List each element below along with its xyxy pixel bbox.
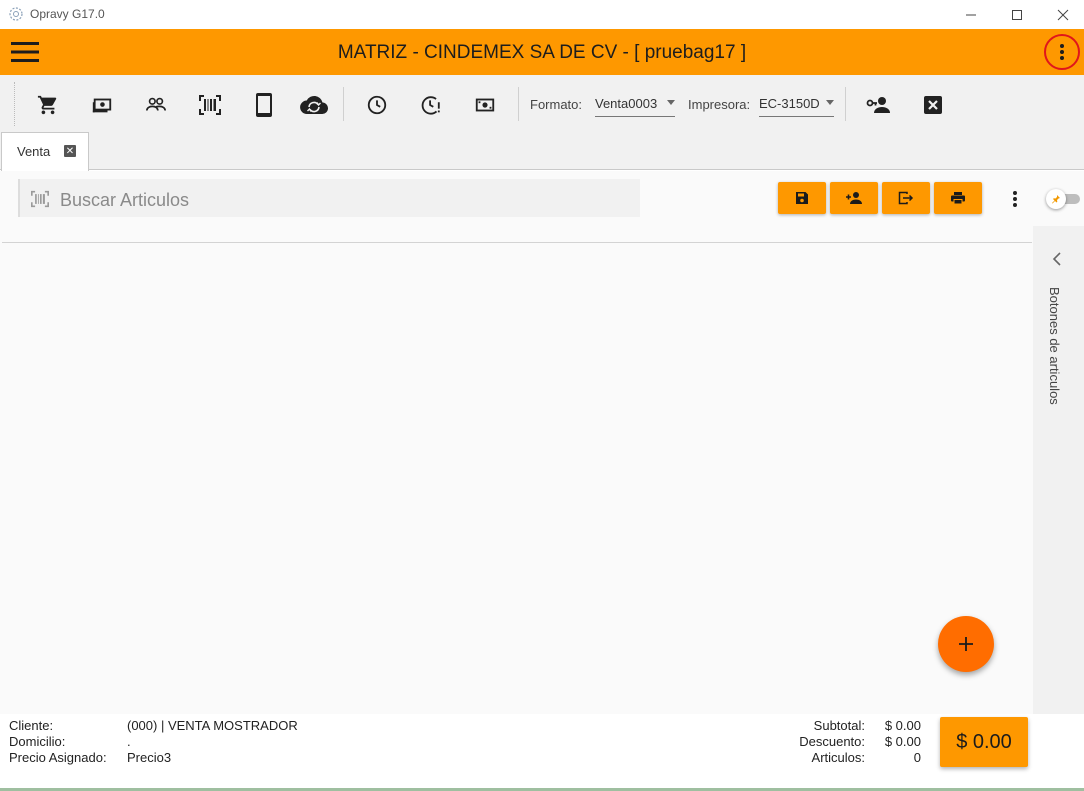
- plus-icon: [959, 637, 973, 651]
- cart-icon[interactable]: [34, 91, 62, 119]
- precio-value: Precio3: [127, 750, 172, 765]
- cloud-sync-icon[interactable]: [300, 91, 328, 119]
- toolbar-separator: [518, 87, 519, 121]
- descuento-label: Descuento:: [799, 734, 865, 749]
- maximize-button[interactable]: [994, 0, 1040, 29]
- print-button[interactable]: [934, 182, 982, 214]
- pin-icon: [1052, 195, 1060, 204]
- main-content: [0, 171, 1084, 791]
- header-more-button[interactable]: [1044, 34, 1080, 70]
- formato-select[interactable]: Venta0003: [595, 96, 675, 117]
- articulos-value: 0: [913, 750, 921, 765]
- articulos-label: Articulos:: [811, 750, 865, 765]
- list-divider: [2, 242, 1032, 243]
- tab-close-icon[interactable]: ✕: [64, 145, 76, 157]
- impresora-value: EC-3150D: [759, 96, 820, 111]
- toolbar-separator: [343, 87, 344, 121]
- more-vertical-icon: [1060, 44, 1064, 60]
- more-vertical-icon: [1013, 191, 1017, 207]
- window-titlebar: [0, 0, 1084, 29]
- descuento-value: $ 0.00: [884, 734, 921, 749]
- money-icon[interactable]: [471, 91, 499, 119]
- search-input[interactable]: [60, 189, 620, 211]
- cliente-label: Cliente:: [9, 718, 54, 733]
- exit-button[interactable]: [882, 182, 930, 214]
- cash-icon[interactable]: [88, 91, 116, 119]
- app-logo-icon: [8, 6, 24, 22]
- save-button[interactable]: [778, 182, 826, 214]
- barcode-scan-icon: [30, 190, 50, 213]
- domicilio-label: Domicilio:: [9, 734, 66, 749]
- tab-venta-label: Venta: [17, 144, 51, 159]
- add-fab-button[interactable]: [938, 616, 994, 672]
- barcode-icon[interactable]: [196, 91, 224, 119]
- formato-value: Venta0003: [595, 96, 658, 111]
- header-title: MATRIZ - CINDEMEX SA DE CV - [ pruebag17…: [337, 42, 747, 63]
- exit-icon: [898, 191, 914, 205]
- minimize-button[interactable]: [948, 0, 994, 29]
- chevron-down-icon: [826, 100, 834, 105]
- content-more-button[interactable]: [1005, 187, 1025, 211]
- add-client-button[interactable]: [830, 182, 878, 214]
- pin-toggle-knob[interactable]: [1046, 189, 1066, 209]
- domicilio-value: .: [127, 734, 131, 749]
- save-icon: [796, 192, 808, 204]
- user-key-icon[interactable]: [865, 91, 893, 119]
- clock-icon[interactable]: [363, 91, 391, 119]
- impresora-select[interactable]: EC-3150D: [759, 96, 834, 117]
- chevron-down-icon: [667, 100, 675, 105]
- close-window-button[interactable]: [1040, 0, 1084, 29]
- print-icon: [951, 192, 965, 205]
- precio-label: Precio Asignado:: [9, 750, 107, 765]
- window-title: Opravy G17.0: [30, 7, 105, 21]
- impresora-label: Impresora:: [688, 97, 751, 112]
- subtotal-value: $ 0.00: [884, 718, 921, 733]
- side-panel-label[interactable]: Botones de articulos: [1047, 287, 1062, 405]
- total-pay-button[interactable]: $ 0.00: [940, 717, 1028, 767]
- cliente-value: (000) | VENTA MOSTRADOR: [127, 718, 298, 733]
- add-user-icon: [846, 192, 862, 204]
- toolbar-separator: [845, 87, 846, 121]
- subtotal-label: Subtotal:: [813, 718, 865, 733]
- toolbar-grip[interactable]: [14, 82, 16, 126]
- close-box-icon[interactable]: [919, 91, 947, 119]
- tablet-icon[interactable]: [250, 91, 278, 119]
- clock-alert-icon[interactable]: [417, 91, 445, 119]
- users-icon[interactable]: [142, 91, 170, 119]
- formato-label: Formato:: [530, 97, 583, 112]
- chevron-left-icon[interactable]: [1049, 250, 1065, 268]
- tab-bar: [0, 132, 1084, 170]
